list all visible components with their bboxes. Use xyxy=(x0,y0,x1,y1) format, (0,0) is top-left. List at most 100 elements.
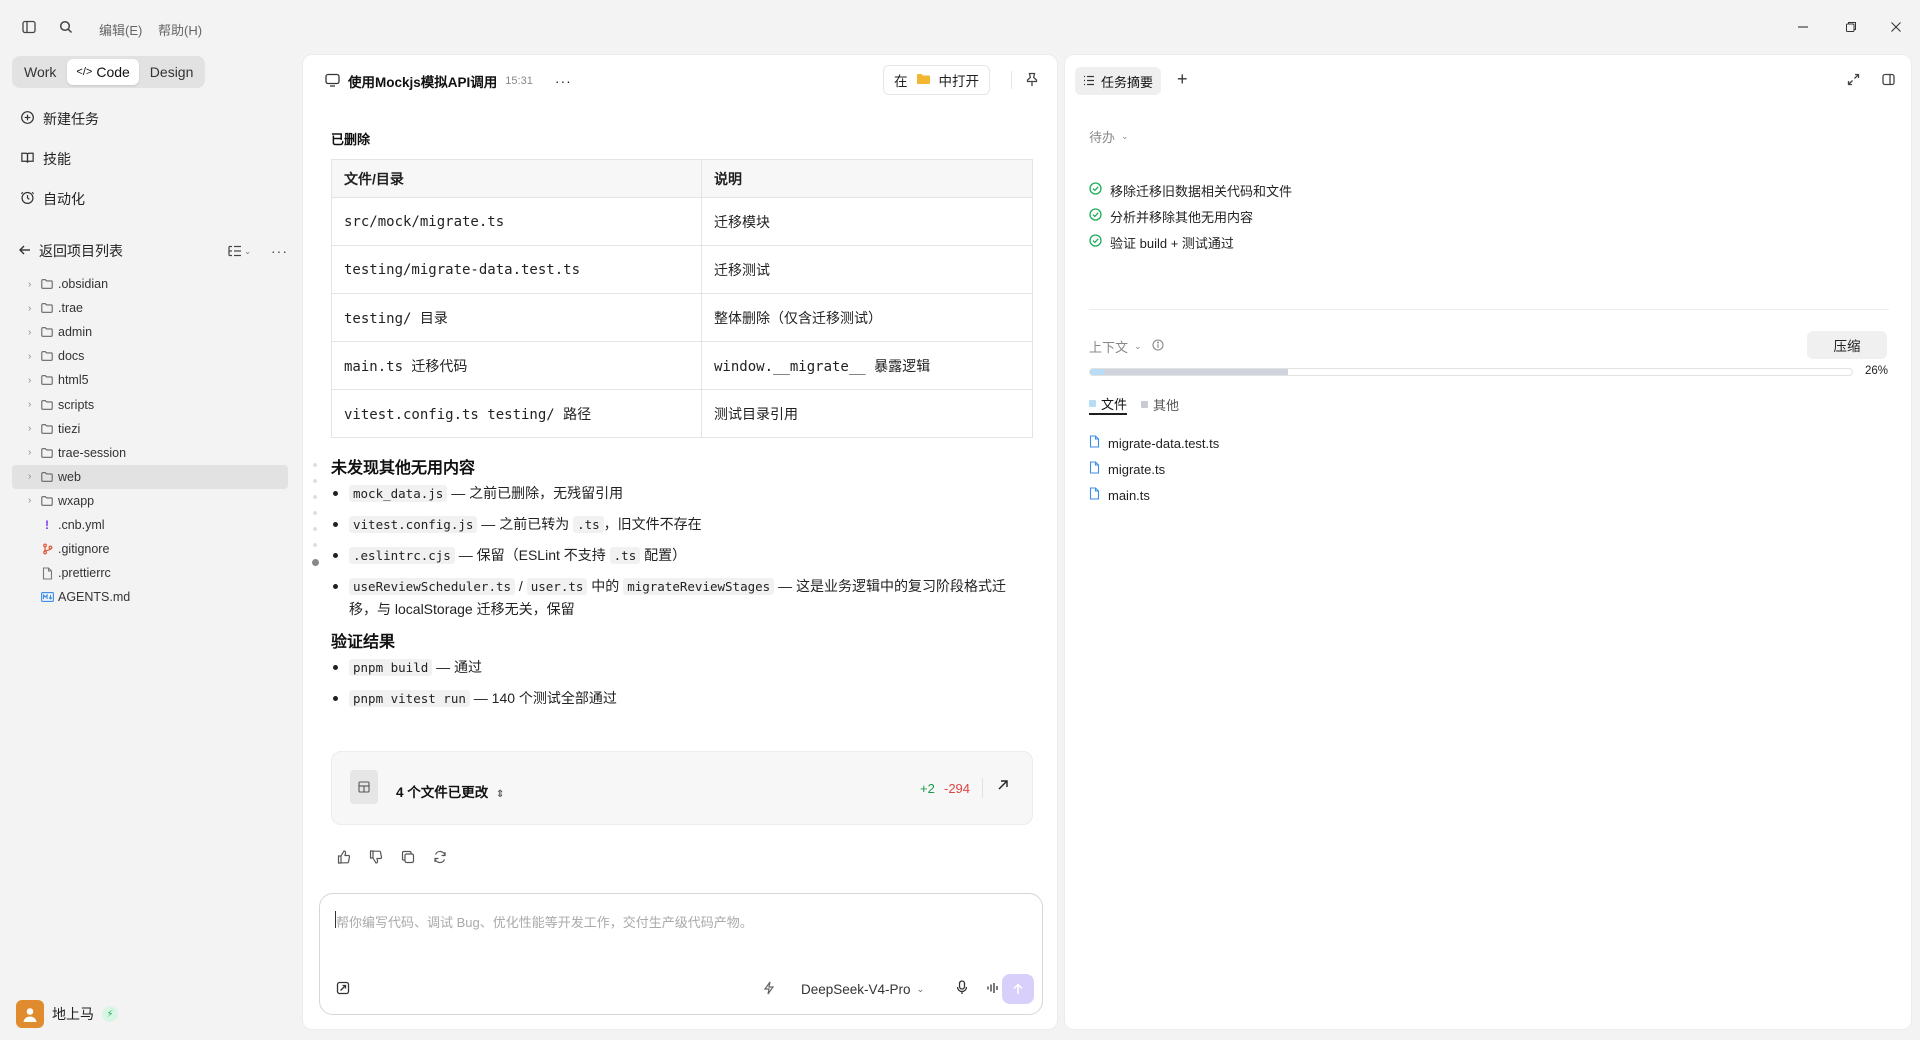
tree-file[interactable]: .gitignore xyxy=(12,537,288,561)
sidebar-toggle-icon[interactable] xyxy=(20,18,38,36)
message-composer[interactable]: 帮你编写代码、调试 Bug、优化性能等开发工作，交付生产级代码产物。 DeepS… xyxy=(319,893,1043,1015)
tree-item-label: scripts xyxy=(58,397,95,412)
inline-code: .ts xyxy=(573,516,604,533)
close-icon[interactable] xyxy=(1884,15,1908,39)
context-file-item[interactable]: migrate-data.test.ts xyxy=(1089,433,1219,453)
mode-design-button[interactable]: Design xyxy=(141,59,203,85)
inline-code: vitest.config.js xyxy=(349,516,478,533)
tree-file[interactable]: ! .cnb.yml xyxy=(12,513,288,537)
context-file-item[interactable]: migrate.ts xyxy=(1089,459,1165,479)
voice-wave-icon[interactable] xyxy=(986,982,1000,997)
tab-task-summary[interactable]: 任务摘要 xyxy=(1075,67,1162,95)
nav-skills[interactable]: 技能 xyxy=(20,148,71,170)
changed-files-card[interactable]: 4 个文件已更改 ⇕ +2 -294 xyxy=(331,751,1033,825)
thumbs-up-icon[interactable] xyxy=(337,850,351,867)
tree-folder[interactable]: › admin xyxy=(12,320,288,344)
tab-files[interactable]: 文件 xyxy=(1089,393,1128,415)
list-item-text: — 通过 xyxy=(432,659,483,675)
tree-view-options-icon[interactable]: ⌄ xyxy=(228,245,251,257)
table-cell-path: main.ts 迁移代码 xyxy=(331,341,702,390)
context-file-item[interactable]: main.ts xyxy=(1089,485,1150,505)
restore-icon[interactable] xyxy=(1839,15,1863,39)
folder-icon xyxy=(40,446,54,460)
tree-folder[interactable]: › .trae xyxy=(12,296,288,320)
search-icon[interactable] xyxy=(57,18,75,36)
context-file-name: main.ts xyxy=(1108,487,1150,503)
expand-icon[interactable] xyxy=(1847,73,1860,89)
model-selector[interactable]: DeepSeek-V4-Pro ⌄ xyxy=(801,982,924,997)
tree-folder[interactable]: › web xyxy=(12,464,288,489)
table-cell-path: testing/migrate-data.test.ts xyxy=(331,245,702,294)
avatar xyxy=(16,1000,44,1028)
tree-folder[interactable]: › html5 xyxy=(12,368,288,392)
inline-code: user.ts xyxy=(526,578,588,595)
changes-doc-icon xyxy=(350,770,378,804)
pin-icon[interactable] xyxy=(1025,72,1039,90)
tree-folder[interactable]: › tiezi xyxy=(12,417,288,441)
composer-placeholder[interactable]: 帮你编写代码、调试 Bug、优化性能等开发工作，交付生产级代码产物。 xyxy=(336,912,753,931)
table-row: testing/ 目录 整体删除（仅含迁移测试） xyxy=(331,293,1033,342)
minimize-icon[interactable] xyxy=(1791,15,1815,39)
tree-file[interactable]: .prettierrc xyxy=(12,561,288,585)
back-to-projects-button[interactable]: 返回项目列表 xyxy=(18,241,123,261)
tab-other[interactable]: 其他 xyxy=(1141,393,1179,415)
section-verification: 验证结果 xyxy=(331,634,396,651)
user-profile[interactable]: 地上马 ⚡ xyxy=(16,1000,118,1028)
folder-icon xyxy=(40,398,54,412)
regenerate-icon[interactable] xyxy=(433,850,447,867)
mode-code-label: Code xyxy=(96,64,130,80)
table-cell-desc: window.__migrate__ 暴露逻辑 xyxy=(701,341,1033,390)
chevron-right-icon: › xyxy=(28,471,32,483)
thumbs-down-icon[interactable] xyxy=(369,850,383,867)
tab-files-label: 文件 xyxy=(1101,396,1128,412)
external-link-icon[interactable] xyxy=(996,778,1010,795)
user-name: 地上马 xyxy=(52,1006,94,1022)
lightning-icon[interactable] xyxy=(763,981,775,998)
tree-item-label: wxapp xyxy=(58,493,95,508)
tree-folder[interactable]: › scripts xyxy=(12,392,288,416)
table-cell-path: src/mock/migrate.ts xyxy=(331,197,702,246)
chat-title: 使用Mockjs模拟API调用 xyxy=(348,75,498,90)
mode-work-button[interactable]: Work xyxy=(15,59,65,85)
tree-file[interactable]: AGENTS.md xyxy=(12,585,288,609)
menu-help[interactable]: 帮助(H) xyxy=(158,20,202,39)
file-icon xyxy=(40,566,54,580)
context-usage-fill xyxy=(1090,369,1289,375)
tree-folder[interactable]: › trae-session xyxy=(12,441,288,465)
list-item-text: — 140 个测试全部通过 xyxy=(469,690,617,706)
chat-icon xyxy=(325,73,340,90)
list-item-text: 配置） xyxy=(640,547,687,563)
tree-item-label: .prettierrc xyxy=(58,566,111,581)
exclamation-icon: ! xyxy=(45,517,49,532)
chevron-right-icon: › xyxy=(28,374,32,386)
microphone-icon[interactable] xyxy=(956,980,968,998)
context-usage-head xyxy=(1090,369,1104,375)
tree-folder[interactable]: › .obsidian xyxy=(12,272,288,296)
compress-button[interactable]: 压缩 xyxy=(1807,331,1887,359)
table-row: vitest.config.ts testing/ 路径 测试目录引用 xyxy=(331,389,1033,438)
add-tab-icon[interactable]: + xyxy=(1177,69,1188,90)
context-section-header[interactable]: 上下文 ⌄ xyxy=(1089,337,1164,356)
verification-list: pnpm build — 通过 pnpm vitest run — 140 个测试… xyxy=(331,656,1033,710)
list-item-text: — 保留（ESLint 不支持 xyxy=(454,547,610,563)
chevron-right-icon: › xyxy=(28,326,32,338)
tree-folder[interactable]: › wxapp xyxy=(12,489,288,513)
nav-new-task[interactable]: 新建任务 xyxy=(20,108,99,130)
more-options-icon[interactable]: ··· xyxy=(271,243,288,259)
attach-icon[interactable] xyxy=(336,981,350,998)
mode-code-button[interactable]: </> Code xyxy=(67,59,139,85)
panel-toggle-icon[interactable] xyxy=(1882,73,1895,89)
folder-icon xyxy=(40,325,54,339)
book-icon xyxy=(20,150,35,168)
nav-automation[interactable]: 自动化 xyxy=(20,188,85,210)
summary-panel: 任务摘要 + 待办 ⌄ 移除迁移旧数据相关代码和文件 分析并移除其他无用内容 验证 … xyxy=(1064,54,1912,1030)
open-in-folder-button[interactable]: 在 中打开 xyxy=(883,65,990,95)
copy-icon[interactable] xyxy=(401,850,415,867)
info-icon[interactable] xyxy=(1152,339,1164,354)
todo-section-header[interactable]: 待办 ⌄ xyxy=(1089,127,1129,146)
list-item: useReviewScheduler.ts / user.ts 中的 migra… xyxy=(331,575,1033,620)
menu-edit[interactable]: 编辑(E) xyxy=(99,20,142,39)
tree-folder[interactable]: › docs xyxy=(12,344,288,368)
chat-more-icon[interactable]: ··· xyxy=(555,73,572,89)
send-button[interactable] xyxy=(1002,974,1034,1004)
